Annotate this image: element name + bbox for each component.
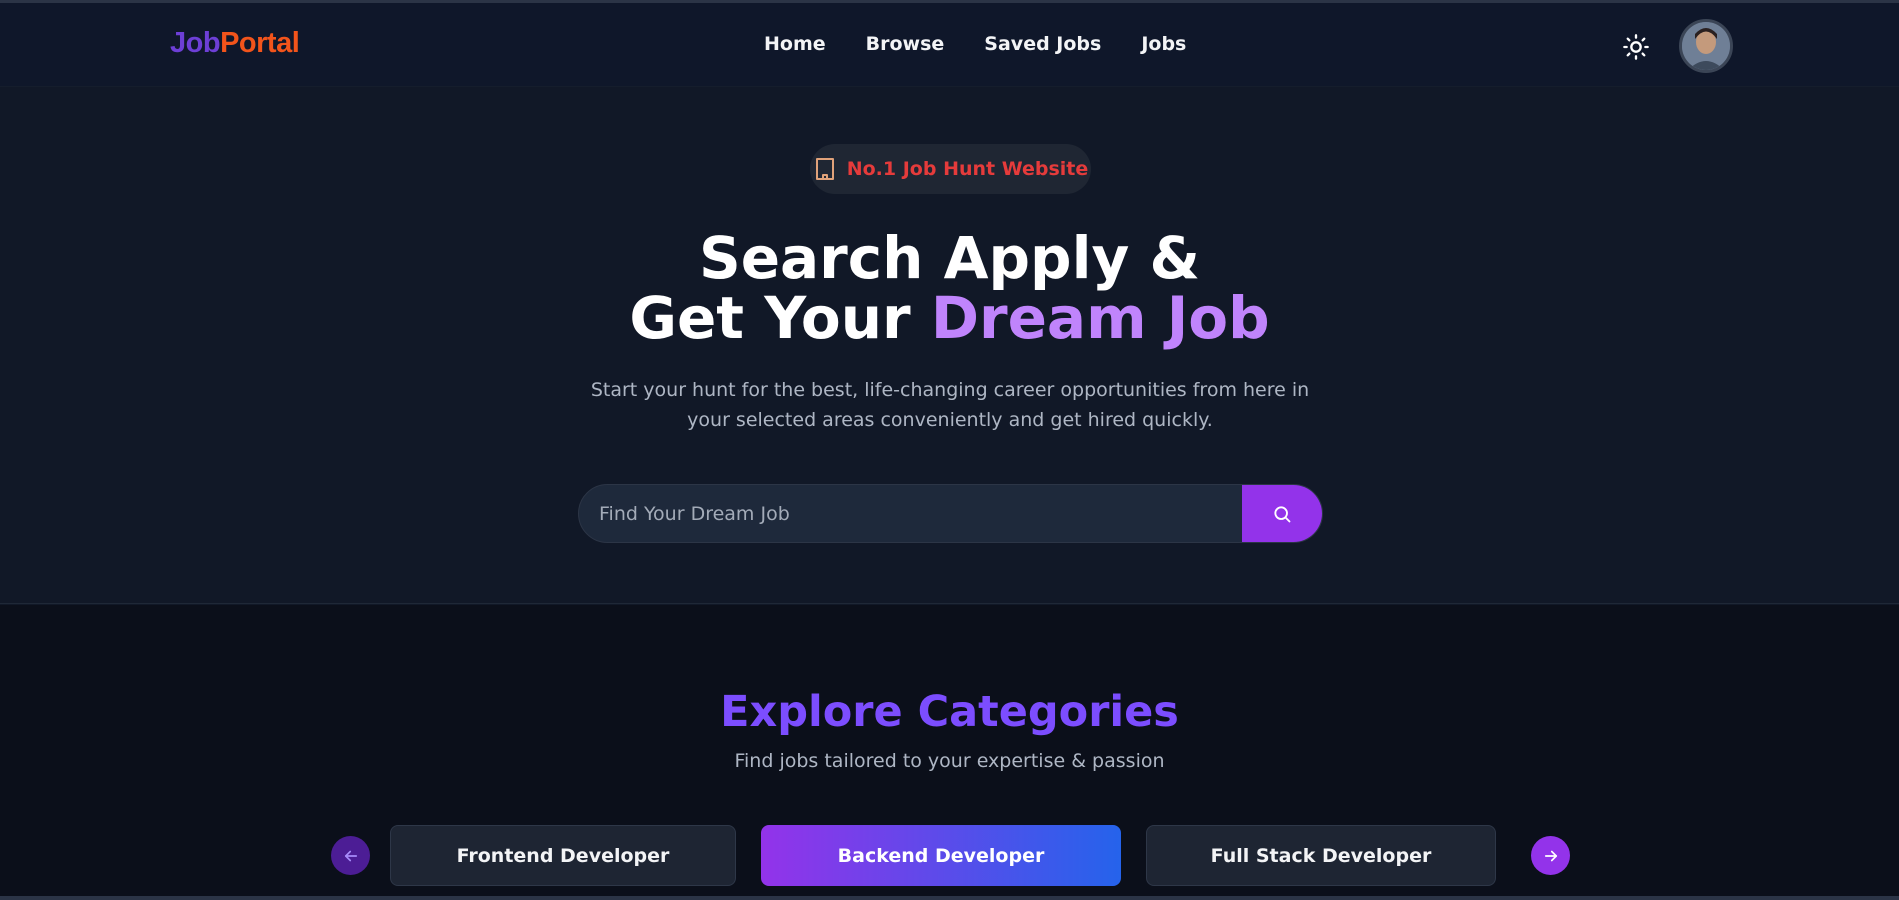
logo[interactable]: JobPortal	[170, 27, 300, 60]
nav-jobs[interactable]: Jobs	[1141, 33, 1186, 55]
nav-browse[interactable]: Browse	[866, 33, 945, 55]
badge-text: No.1 Job Hunt Website	[846, 158, 1089, 180]
hero-section: No.1 Job Hunt Website Search Apply & Get…	[0, 88, 1899, 604]
categories-title: Explore Categories	[720, 687, 1179, 737]
category-card-frontend[interactable]: Frontend Developer	[390, 825, 736, 886]
category-card-backend[interactable]: Backend Developer	[761, 825, 1121, 886]
hero-headline: Search Apply & Get Your Dream Job	[0, 228, 1899, 348]
nav-links: Home Browse Saved Jobs Jobs	[764, 33, 1186, 55]
nav-saved-jobs[interactable]: Saved Jobs	[984, 33, 1101, 55]
category-card-fullstack[interactable]: Full Stack Developer	[1146, 825, 1496, 886]
navbar: JobPortal Home Browse Saved Jobs Jobs	[0, 3, 1899, 87]
nav-home[interactable]: Home	[764, 33, 826, 55]
headline-line2-start: Get Your	[629, 284, 931, 352]
categories-subtitle: Find jobs tailored to your expertise & p…	[734, 750, 1165, 772]
search-bar	[578, 484, 1323, 543]
building-icon	[815, 158, 834, 180]
headline-line1: Search Apply &	[698, 224, 1201, 292]
hero-subtext: Start your hunt for the best, life-chang…	[590, 379, 1310, 431]
sun-icon	[1623, 34, 1649, 60]
hero-badge: No.1 Job Hunt Website	[810, 144, 1091, 194]
logo-portal: Portal	[220, 27, 300, 59]
headline-accent: Dream Job	[930, 284, 1270, 352]
carousel-prev-button[interactable]	[331, 836, 370, 875]
categories-section: Explore Categories Find jobs tailored to…	[0, 605, 1899, 896]
search-button[interactable]	[1242, 485, 1322, 542]
search-input[interactable]	[579, 485, 1242, 542]
user-avatar-image	[1682, 22, 1730, 70]
bottom-border	[0, 896, 1899, 900]
arrow-left-icon	[344, 850, 357, 861]
arrow-right-icon	[1544, 850, 1557, 861]
logo-job: Job	[170, 27, 221, 59]
carousel-next-button[interactable]	[1531, 836, 1570, 875]
avatar[interactable]	[1679, 19, 1733, 73]
theme-toggle-button[interactable]	[1620, 31, 1652, 63]
search-icon	[1274, 505, 1291, 522]
